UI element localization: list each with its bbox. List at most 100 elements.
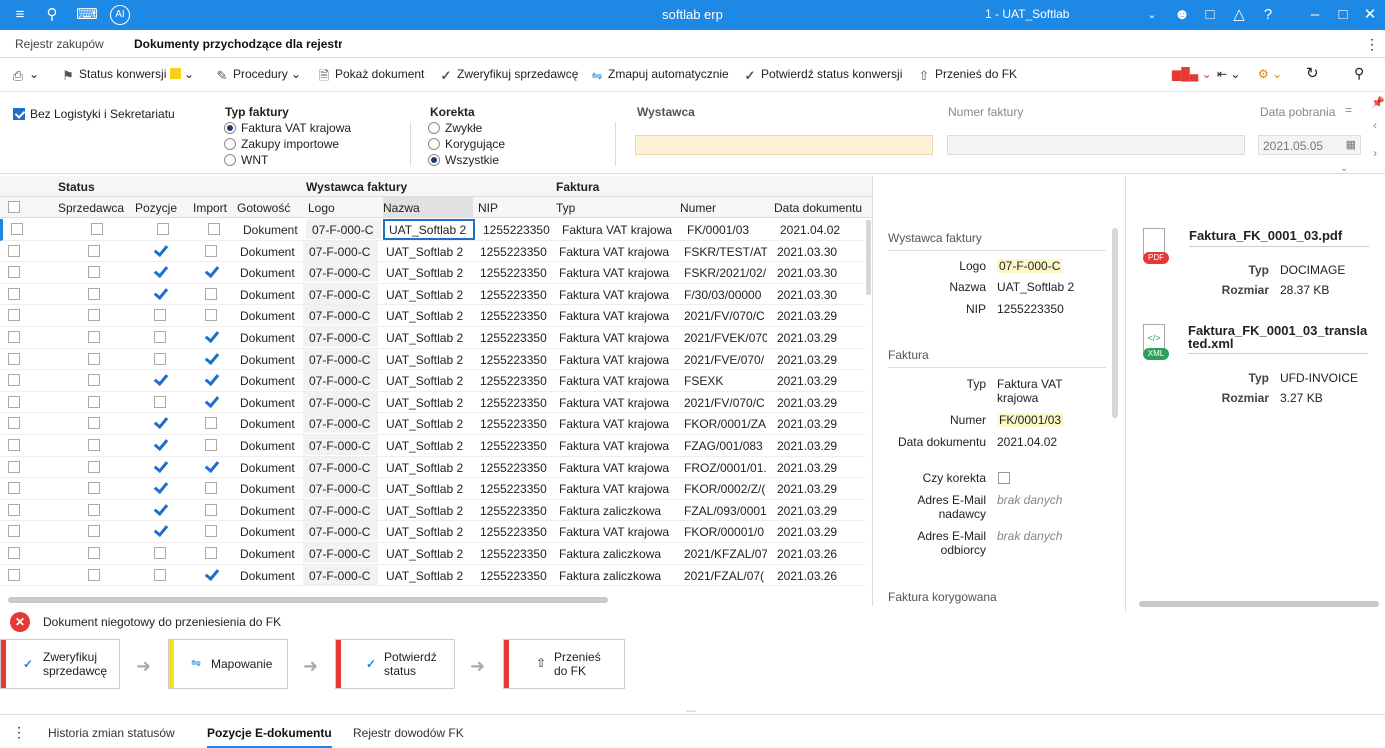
- table-row[interactable]: Dokument 07-F-000-C UAT_Softlab 2 125522335…: [0, 413, 865, 435]
- sprzedawca-checkbox[interactable]: [88, 439, 100, 451]
- sprzedawca-checkbox[interactable]: [88, 460, 100, 473]
- more-icon[interactable]: ⋮: [1365, 36, 1379, 53]
- pozycje-checkbox[interactable]: [153, 372, 167, 386]
- pokaz-dokument-button[interactable]: 🗎 Pokaż dokument: [316, 67, 425, 83]
- pozycje-checkbox[interactable]: [154, 395, 166, 408]
- row-select-checkbox[interactable]: [8, 374, 20, 387]
- row-select-checkbox[interactable]: [8, 395, 20, 408]
- pozycje-checkbox[interactable]: [153, 415, 167, 429]
- zmapuj-automatycznie-button[interactable]: ⇋ Zmapuj automatycznie: [589, 67, 729, 83]
- sprzedawca-checkbox[interactable]: [88, 547, 100, 559]
- table-row[interactable]: Dokument 07-F-000-C UAT_Softlab 2 125522335…: [0, 391, 865, 414]
- table-row[interactable]: Dokument 07-F-000-C UAT_Softlab 2 125522335…: [0, 262, 865, 284]
- column-header-data-dokumentu[interactable]: Data dokumentu: [774, 201, 862, 215]
- data-pobrania-input[interactable]: 2021.05.05 ▦: [1258, 135, 1361, 155]
- row-select-checkbox[interactable]: [8, 352, 20, 365]
- close-icon[interactable]: ✕: [1358, 5, 1382, 25]
- chat-icon[interactable]: □: [1198, 5, 1222, 25]
- sprzedawca-checkbox[interactable]: [88, 503, 100, 516]
- import-checkbox[interactable]: [204, 329, 218, 343]
- chart-button[interactable]: ▆█▄ ⌄: [1172, 67, 1212, 81]
- settings-button[interactable]: ⚙ ⌄: [1258, 67, 1282, 81]
- maximize-icon[interactable]: □: [1331, 5, 1355, 25]
- import-checkbox[interactable]: [204, 567, 218, 581]
- column-header-typ[interactable]: Typ: [556, 201, 575, 215]
- bez-logistyki-checkbox[interactable]: [13, 107, 25, 121]
- table-row[interactable]: Dokument 07-F-000-C UAT_Softlab 2 125522335…: [0, 370, 865, 392]
- sprzedawca-checkbox[interactable]: [91, 223, 103, 235]
- row-select-checkbox[interactable]: [8, 331, 20, 343]
- import-checkbox[interactable]: [204, 372, 218, 386]
- row-select-checkbox[interactable]: [8, 503, 20, 516]
- equals-icon[interactable]: =: [1345, 103, 1352, 117]
- table-row[interactable]: Dokument 07-F-000-C UAT_Softlab 2 125522335…: [0, 435, 865, 457]
- scrollbar[interactable]: [615, 122, 623, 166]
- menu-icon[interactable]: ≡: [8, 5, 32, 25]
- refresh-icon[interactable]: ↻: [1306, 64, 1319, 82]
- korekta-checkbox[interactable]: [998, 471, 1010, 485]
- sprzedawca-checkbox[interactable]: [88, 417, 100, 430]
- sprzedawca-checkbox[interactable]: [88, 309, 100, 322]
- import-checkbox[interactable]: [205, 482, 217, 495]
- row-select-checkbox[interactable]: [8, 417, 20, 430]
- pozycje-checkbox[interactable]: [153, 502, 167, 516]
- import-checkbox[interactable]: [204, 351, 218, 365]
- tab-rejestr-zakupow[interactable]: Rejestr zakupów: [15, 37, 104, 51]
- sprzedawca-checkbox[interactable]: [88, 374, 100, 387]
- row-select-checkbox[interactable]: [8, 525, 20, 538]
- table-row[interactable]: Dokument 07-F-000-C UAT_Softlab 2 125522335…: [0, 348, 865, 371]
- step-zweryfikuj-sprzedawce[interactable]: ✓ Zweryfikuj sprzedawcę: [0, 639, 120, 689]
- pozycje-checkbox[interactable]: [154, 352, 166, 365]
- table-row[interactable]: Dokument 07-F-000-C UAT_Softlab 2 125522335…: [0, 219, 865, 241]
- table-row[interactable]: Dokument 07-F-000-C UAT_Softlab 2 125522335…: [0, 305, 865, 327]
- column-header-import[interactable]: Import: [193, 201, 227, 215]
- import-checkbox[interactable]: [205, 417, 217, 430]
- row-select-checkbox[interactable]: [8, 439, 20, 451]
- attachment-name[interactable]: Faktura_FK_0001_03.pdf: [1189, 228, 1369, 243]
- select-all-checkbox[interactable]: [8, 201, 20, 213]
- procedury-button[interactable]: ✎ Procedury ⌄: [214, 67, 302, 83]
- pozycje-checkbox[interactable]: [153, 264, 167, 278]
- table-row[interactable]: Dokument 07-F-000-C UAT_Softlab 2 125522335…: [0, 499, 865, 522]
- typ-faktury-option[interactable]: Faktura VAT krajowa: [224, 121, 351, 135]
- tab-pozycje-e-dokumentu[interactable]: Pozycje E-dokumentu: [207, 726, 332, 748]
- sprzedawca-checkbox[interactable]: [88, 525, 100, 538]
- tab-historia-zmian[interactable]: Historia zmian statusów: [48, 726, 175, 740]
- table-row[interactable]: Dokument 07-F-000-C UAT_Softlab 2 125522335…: [0, 283, 865, 306]
- pozycje-checkbox[interactable]: [153, 243, 167, 257]
- row-select-checkbox[interactable]: [8, 482, 20, 495]
- row-select-checkbox[interactable]: [8, 287, 20, 300]
- minimize-icon[interactable]: –: [1303, 5, 1327, 25]
- pin-icon[interactable]: 📌: [1371, 96, 1385, 109]
- sprzedawca-checkbox[interactable]: [88, 287, 100, 300]
- more-icon[interactable]: ⋮: [12, 724, 26, 741]
- table-row[interactable]: Dokument 07-F-000-C UAT_Softlab 2 125522335…: [0, 327, 865, 349]
- row-select-checkbox[interactable]: [8, 266, 20, 279]
- attachment-name[interactable]: Faktura_FK_0001_03_translated.xml: [1188, 324, 1371, 350]
- row-select-checkbox[interactable]: [8, 309, 20, 322]
- import-checkbox[interactable]: [205, 503, 217, 516]
- sprzedawca-checkbox[interactable]: [88, 568, 100, 581]
- wystawca-input[interactable]: [635, 135, 933, 155]
- help-icon[interactable]: ?: [1256, 5, 1280, 25]
- chevron-down-icon[interactable]: ⌄: [1140, 5, 1164, 25]
- column-header-logo[interactable]: Logo: [308, 201, 335, 215]
- chevron-right-icon[interactable]: ›: [1373, 146, 1377, 160]
- tab-rejestr-dowodow-fk[interactable]: Rejestr dowodów FK: [353, 726, 464, 740]
- status-konwersji-button[interactable]: ⚑ Status konwersji ⌄: [60, 67, 194, 83]
- ai-icon[interactable]: AI: [110, 5, 130, 25]
- search-icon[interactable]: ⚲: [1354, 65, 1364, 82]
- row-select-checkbox[interactable]: [8, 244, 20, 257]
- pozycje-checkbox[interactable]: [153, 480, 167, 494]
- korekta-option[interactable]: Zwykłe: [428, 121, 482, 135]
- sprzedawca-checkbox[interactable]: [88, 331, 100, 343]
- pozycje-checkbox[interactable]: [154, 331, 166, 343]
- row-select-checkbox[interactable]: [8, 568, 20, 581]
- zweryfikuj-sprzedawce-button[interactable]: ✓ Zweryfikuj sprzedawcę: [438, 67, 579, 83]
- pozycje-checkbox[interactable]: [157, 223, 169, 235]
- table-row[interactable]: Dokument 07-F-000-C UAT_Softlab 2 125522335…: [0, 521, 865, 543]
- column-header-nip[interactable]: NIP: [478, 201, 498, 215]
- import-checkbox[interactable]: [205, 244, 217, 257]
- table-row[interactable]: Dokument 07-F-000-C UAT_Softlab 2 125522335…: [0, 456, 865, 479]
- import-checkbox[interactable]: [205, 287, 217, 300]
